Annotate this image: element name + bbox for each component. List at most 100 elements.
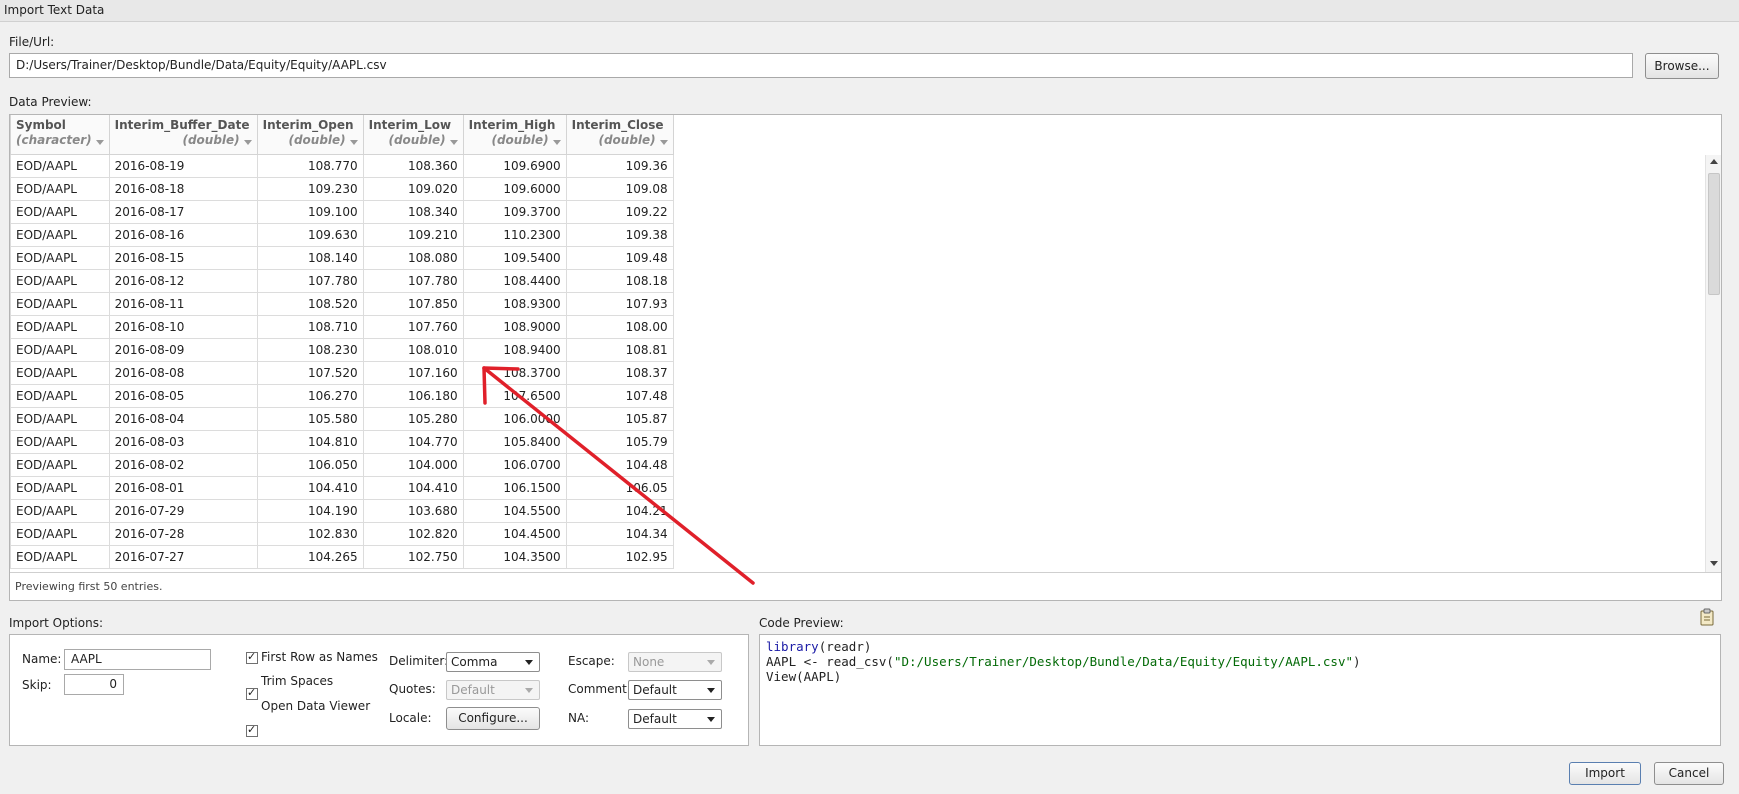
table-cell: 2016-08-04: [108, 406, 258, 431]
table-row: EOD/AAPL 2016-08-18 109.230 109.020 109.6000…: [10, 176, 674, 201]
column-type-dropdown-icon[interactable]: [95, 139, 104, 145]
code-preview-label: Code Preview:: [759, 616, 844, 630]
first-row-as-names-checkbox[interactable]: [246, 650, 258, 664]
column-header[interactable]: Symbol (character): [10, 115, 110, 155]
table-cell: 109.36: [565, 153, 674, 178]
code-line-2: AAPL <- read_csv("D:/Users/Trainer/Deskt…: [766, 654, 1361, 669]
configure-locale-button[interactable]: Configure...: [446, 707, 540, 730]
code-preview-editor[interactable]: library(readr) AAPL <- read_csv("D:/User…: [759, 634, 1721, 746]
preview-footer: Previewing first 50 entries.: [10, 572, 1721, 600]
table-cell: 108.770: [256, 153, 364, 178]
code-line-3: View(AAPL): [766, 669, 842, 684]
table-cell: 109.020: [362, 176, 464, 201]
preview-count-text: Previewing first 50 entries.: [15, 580, 163, 593]
table-cell: 102.750: [362, 544, 464, 569]
table-cell: 107.93: [565, 291, 674, 316]
escape-select[interactable]: None: [628, 652, 722, 672]
table-cell: 108.9000: [462, 314, 567, 339]
table-cell: 2016-08-02: [108, 452, 258, 477]
table-cell: 108.140: [256, 245, 364, 270]
table-cell: 109.6000: [462, 176, 567, 201]
table-cell: 109.22: [565, 199, 674, 224]
quotes-label: Quotes:: [389, 682, 436, 696]
table-row: EOD/AAPL 2016-08-15 108.140 108.080 109.5400…: [10, 245, 674, 270]
import-options-label: Import Options:: [9, 616, 103, 630]
name-input[interactable]: AAPL: [64, 649, 211, 670]
column-name: Interim_Close: [571, 118, 664, 132]
escape-label: Escape:: [568, 654, 615, 668]
table-cell: EOD/AAPL: [10, 153, 110, 178]
table-cell: 104.810: [256, 429, 364, 454]
table-cell: 109.3700: [462, 199, 567, 224]
delimiter-select[interactable]: Comma: [446, 652, 540, 672]
table-cell: 107.780: [362, 268, 464, 293]
scrollbar-thumb[interactable]: [1708, 173, 1720, 295]
na-value: Default: [633, 712, 677, 726]
preview-vertical-scrollbar[interactable]: [1705, 155, 1721, 572]
column-name: Interim_Low: [368, 118, 452, 132]
dialog-title-bar: Import Text Data: [0, 0, 1739, 22]
file-url-input[interactable]: D:/Users/Trainer/Desktop/Bundle/Data/Equ…: [9, 53, 1633, 78]
scroll-down-arrow-icon[interactable]: [1710, 561, 1718, 566]
copy-to-clipboard-icon[interactable]: [1699, 608, 1715, 626]
table-cell: 2016-08-15: [108, 245, 258, 270]
file-url-label: File/Url:: [9, 35, 55, 49]
column-type-dropdown-icon[interactable]: [349, 139, 358, 145]
annotation-arrow-icon: [482, 366, 755, 585]
scroll-up-arrow-icon[interactable]: [1710, 159, 1718, 164]
table-cell: 2016-08-08: [108, 360, 258, 385]
column-type-dropdown-icon[interactable]: [659, 139, 668, 145]
table-cell: 106.180: [362, 383, 464, 408]
table-cell: 104.410: [256, 475, 364, 500]
column-type-dropdown-icon[interactable]: [552, 139, 561, 145]
table-cell: 109.6900: [462, 153, 567, 178]
quotes-select[interactable]: Default: [446, 680, 540, 700]
column-header[interactable]: Interim_Low (double): [362, 115, 464, 155]
column-type-dropdown-icon[interactable]: [449, 139, 458, 145]
table-row: EOD/AAPL 2016-08-16 109.630 109.210 110.2300…: [10, 222, 674, 247]
cancel-button[interactable]: Cancel: [1654, 762, 1724, 785]
na-label: NA:: [568, 711, 590, 725]
table-cell: EOD/AAPL: [10, 544, 110, 569]
browse-button[interactable]: Browse...: [1645, 53, 1719, 79]
column-type: (double): [182, 133, 240, 147]
comment-select[interactable]: Default: [628, 680, 722, 700]
chevron-down-icon: [525, 688, 533, 693]
import-button[interactable]: Import: [1569, 762, 1641, 785]
table-cell: EOD/AAPL: [10, 222, 110, 247]
table-cell: 104.190: [256, 498, 364, 523]
open-data-viewer-checkbox[interactable]: [246, 723, 258, 737]
table-cell: 104.000: [362, 452, 464, 477]
table-cell: 103.680: [362, 498, 464, 523]
table-cell: 109.5400: [462, 245, 567, 270]
table-cell: 2016-08-05: [108, 383, 258, 408]
column-header[interactable]: Interim_Buffer_Date (double): [108, 115, 258, 155]
chevron-down-icon: [525, 660, 533, 665]
table-cell: 108.230: [256, 337, 364, 362]
column-header[interactable]: Interim_Open (double): [256, 115, 364, 155]
table-cell: 2016-08-01: [108, 475, 258, 500]
table-cell: 108.360: [362, 153, 464, 178]
table-cell: 108.710: [256, 314, 364, 339]
locale-label: Locale:: [389, 711, 432, 725]
column-header[interactable]: Interim_Close (double): [565, 115, 674, 155]
table-cell: 2016-07-29: [108, 498, 258, 523]
table-cell: 108.080: [362, 245, 464, 270]
table-cell: 108.340: [362, 199, 464, 224]
table-cell: 2016-08-10: [108, 314, 258, 339]
column-name: Interim_High: [468, 118, 556, 132]
table-cell: EOD/AAPL: [10, 429, 110, 454]
column-type-dropdown-icon[interactable]: [243, 139, 252, 145]
trim-spaces-checkbox[interactable]: [246, 686, 258, 700]
chevron-down-icon: [707, 717, 715, 722]
table-cell: 102.830: [256, 521, 364, 546]
table-cell: 2016-08-03: [108, 429, 258, 454]
table-cell: EOD/AAPL: [10, 521, 110, 546]
table-cell: EOD/AAPL: [10, 383, 110, 408]
column-header[interactable]: Interim_High (double): [462, 115, 567, 155]
skip-input[interactable]: 0: [64, 674, 124, 695]
na-select[interactable]: Default: [628, 709, 722, 729]
table-row: EOD/AAPL 2016-08-17 109.100 108.340 109.3700…: [10, 199, 674, 224]
table-row: EOD/AAPL 2016-08-12 107.780 107.780 108.4400…: [10, 268, 674, 293]
table-cell: 106.270: [256, 383, 364, 408]
